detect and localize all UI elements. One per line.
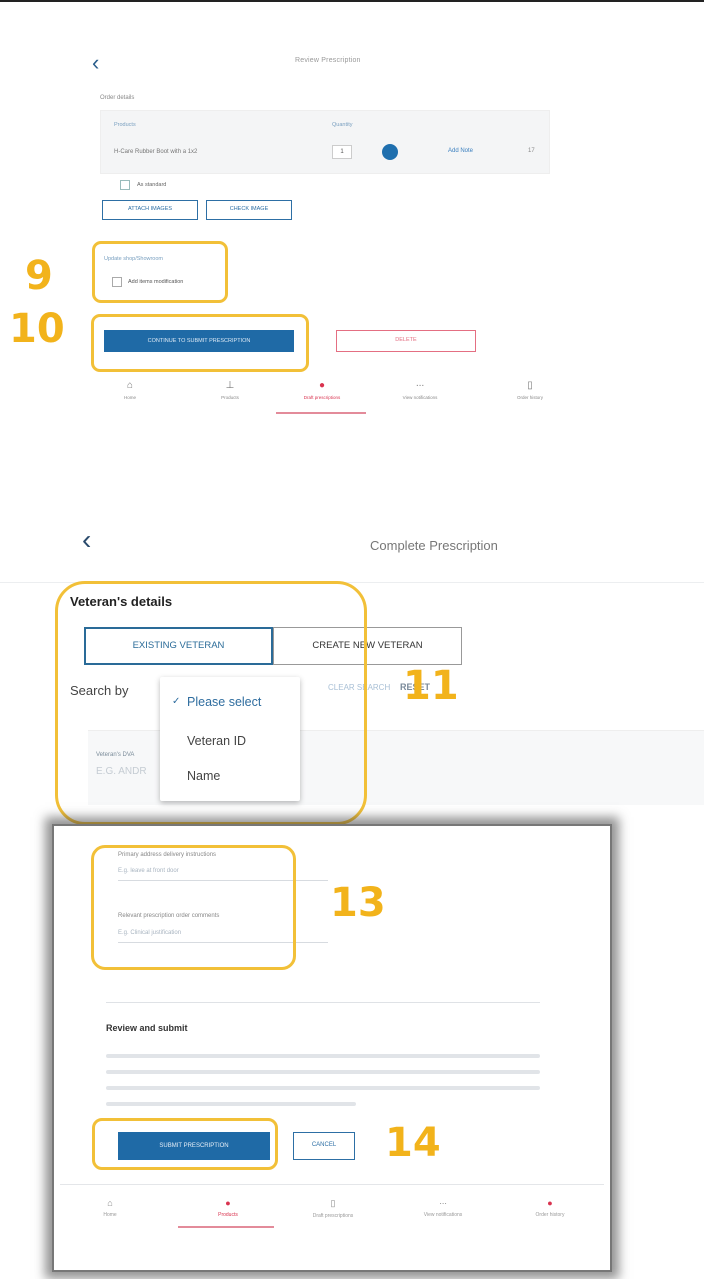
text-line [106, 1102, 356, 1106]
nav-label: Order history [535, 1212, 565, 1218]
product-name: H-Care Rubber Boot with a 1x2 [114, 149, 198, 155]
nav-item-products[interactable]: ● Products [183, 1198, 273, 1218]
order-table [100, 110, 550, 174]
nav-item-home[interactable]: ⌂ Home [90, 380, 170, 400]
callout-box-13 [91, 845, 296, 970]
nav-label: Home [123, 395, 136, 400]
divider [106, 1002, 540, 1003]
callout-number-10: 10 [9, 306, 65, 352]
nav-label: Draft prescriptions [303, 395, 341, 400]
standard-checkbox-label: As standard [137, 182, 167, 188]
delete-button[interactable]: DELETE [336, 330, 476, 352]
nav-item-home[interactable]: ⌂ Home [65, 1198, 155, 1218]
callout-box-11 [55, 581, 367, 825]
nav-label: Products [221, 395, 239, 400]
callout-number-9: 9 [25, 253, 53, 299]
review-submit-title: Review and submit [106, 1023, 188, 1033]
nav-item-order-history[interactable]: ▯ Order history [490, 380, 570, 400]
nav-label: View notifications [423, 1212, 463, 1218]
products-icon: ● [225, 1198, 231, 1208]
nav-item-order-history[interactable]: ● Order history [505, 1198, 595, 1218]
section-title: Order details [100, 95, 135, 101]
home-icon: ⌂ [126, 380, 134, 391]
nav-divider [60, 1184, 604, 1185]
prescriptions-icon: ▯ [330, 1198, 336, 1208]
nav-label: Order history [516, 395, 543, 400]
callout-number-11: 11 [403, 663, 459, 709]
callout-number-13: 13 [330, 880, 386, 926]
add-note-link[interactable]: Add Note [448, 148, 473, 154]
text-line [106, 1054, 540, 1058]
nav-active-underline [178, 1226, 274, 1228]
column-header-quantity: Quantity [332, 122, 353, 128]
attach-images-button[interactable]: ATTACH IMAGES [102, 200, 198, 220]
nav-label: Draft prescriptions [312, 1213, 354, 1219]
quantity-input[interactable]: 1 [332, 145, 352, 159]
history-icon: ▯ [527, 380, 533, 391]
nav-label: Products [218, 1212, 238, 1218]
products-icon: ⊥ [225, 380, 235, 391]
add-circle-button[interactable] [382, 144, 398, 160]
nav-item-products[interactable]: ⊥ Products [190, 380, 270, 400]
check-image-button[interactable]: CHECK IMAGE [206, 200, 292, 220]
back-chevron-icon[interactable]: ‹ [82, 524, 91, 556]
item-count: 17 [528, 148, 535, 154]
top-border [0, 0, 704, 2]
standard-checkbox[interactable] [120, 180, 130, 190]
callout-box-14 [92, 1118, 278, 1170]
nav-label: Home [103, 1212, 117, 1218]
notifications-icon: ∙∙∙ [415, 380, 425, 391]
prescriptions-icon: ● [318, 380, 326, 391]
callout-box-9 [92, 241, 228, 303]
text-line [106, 1070, 540, 1074]
nav-label: View notifications [402, 395, 438, 400]
nav-item-draft-prescriptions[interactable]: ● Draft prescriptions [282, 380, 362, 400]
callout-box-10 [91, 314, 309, 372]
bottom-nav: ⌂ Home ● Products ▯ Draft prescriptions … [60, 1198, 600, 1240]
home-icon: ⌂ [107, 1198, 113, 1208]
callout-number-14: 14 [385, 1120, 441, 1166]
text-line [106, 1086, 540, 1090]
nav-item-notifications[interactable]: ∙∙∙ View notifications [380, 380, 460, 400]
back-chevron-icon[interactable]: ‹ [92, 50, 99, 76]
column-header-product: Products [114, 122, 136, 128]
cancel-button[interactable]: CANCEL [293, 1132, 355, 1160]
notifications-icon: ∙∙∙ [439, 1198, 447, 1208]
nav-item-notifications[interactable]: ∙∙∙ View notifications [398, 1198, 488, 1218]
nav-item-draft-prescriptions[interactable]: ▯ Draft prescriptions [288, 1198, 378, 1219]
page-title: Complete Prescription [370, 538, 498, 553]
history-icon: ● [547, 1198, 553, 1208]
nav-active-underline [276, 412, 366, 414]
page-title: Review Prescription [295, 57, 361, 64]
